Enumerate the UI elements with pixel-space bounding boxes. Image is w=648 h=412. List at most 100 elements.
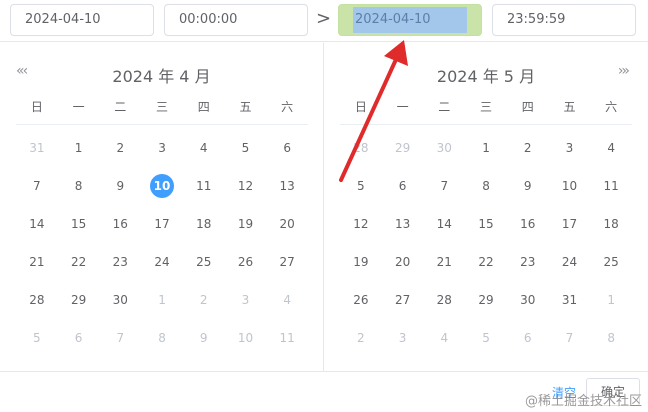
calendar-day[interactable]: 30: [99, 281, 141, 319]
calendar-day[interactable]: 17: [549, 205, 591, 243]
weekday-label: 日: [354, 100, 367, 114]
calendar-day[interactable]: 28: [340, 129, 382, 167]
calendar-day[interactable]: 10: [549, 167, 591, 205]
calendar-day[interactable]: 13: [266, 167, 308, 205]
end-time-input[interactable]: 23:59:59: [492, 4, 636, 36]
calendar-day[interactable]: 29: [58, 281, 100, 319]
calendar-day[interactable]: 28: [423, 281, 465, 319]
calendar-day[interactable]: 27: [382, 281, 424, 319]
weekday-label: 三: [156, 100, 169, 114]
calendar-day[interactable]: 25: [590, 243, 632, 281]
day-number: 11: [196, 179, 212, 193]
calendar-day[interactable]: 11: [590, 167, 632, 205]
calendar-day[interactable]: 5: [340, 167, 382, 205]
calendar-day[interactable]: 4: [423, 319, 465, 357]
calendar-day[interactable]: 18: [590, 205, 632, 243]
calendar-day[interactable]: 24: [141, 243, 183, 281]
calendar-day[interactable]: 30: [507, 281, 549, 319]
calendar-day[interactable]: 6: [266, 129, 308, 167]
end-date-input[interactable]: 2024-04-10: [338, 4, 482, 36]
calendar-day[interactable]: 18: [183, 205, 225, 243]
calendar-day[interactable]: 3: [141, 129, 183, 167]
calendar-day[interactable]: 4: [266, 281, 308, 319]
calendar-day[interactable]: 12: [225, 167, 267, 205]
calendar-day[interactable]: 8: [141, 319, 183, 357]
calendar-day-today[interactable]: 10: [141, 167, 183, 205]
calendar-day[interactable]: 22: [58, 243, 100, 281]
start-date-input[interactable]: 2024-04-10: [10, 4, 154, 36]
calendar-day[interactable]: 9: [507, 167, 549, 205]
calendar-day[interactable]: 7: [99, 319, 141, 357]
calendar-day[interactable]: 5: [225, 129, 267, 167]
calendar-day[interactable]: 26: [225, 243, 267, 281]
calendar-day[interactable]: 20: [382, 243, 424, 281]
calendar-day[interactable]: 27: [266, 243, 308, 281]
start-time-input[interactable]: 00:00:00: [164, 4, 308, 36]
calendar-day[interactable]: 4: [590, 129, 632, 167]
calendar-day[interactable]: 15: [465, 205, 507, 243]
day-number: 6: [283, 141, 291, 155]
calendar-day[interactable]: 25: [183, 243, 225, 281]
calendar-day[interactable]: 3: [225, 281, 267, 319]
calendar-day[interactable]: 8: [590, 319, 632, 357]
calendar-day[interactable]: 7: [16, 167, 58, 205]
calendar-day[interactable]: 8: [465, 167, 507, 205]
calendar-day[interactable]: 10: [225, 319, 267, 357]
calendar-day[interactable]: 1: [590, 281, 632, 319]
calendar-day[interactable]: 2: [507, 129, 549, 167]
calendar-day[interactable]: 14: [423, 205, 465, 243]
calendar-day[interactable]: 5: [465, 319, 507, 357]
calendar-day[interactable]: 8: [58, 167, 100, 205]
calendar-day[interactable]: 16: [507, 205, 549, 243]
calendar-day[interactable]: 1: [58, 129, 100, 167]
calendar-day[interactable]: 28: [16, 281, 58, 319]
calendar-day[interactable]: 24: [549, 243, 591, 281]
calendar-day[interactable]: 23: [99, 243, 141, 281]
day-number: 3: [398, 331, 407, 345]
calendar-day[interactable]: 15: [58, 205, 100, 243]
calendar-day[interactable]: 2: [340, 319, 382, 357]
calendar-day[interactable]: 11: [266, 319, 308, 357]
calendar-day[interactable]: 1: [465, 129, 507, 167]
calendar-day[interactable]: 23: [507, 243, 549, 281]
calendar-day[interactable]: 19: [225, 205, 267, 243]
day-number: 27: [394, 293, 411, 307]
calendar-day[interactable]: 2: [99, 129, 141, 167]
calendar-day[interactable]: 5: [16, 319, 58, 357]
calendar-day[interactable]: 7: [549, 319, 591, 357]
calendar-day[interactable]: 31: [549, 281, 591, 319]
calendar-day[interactable]: 9: [183, 319, 225, 357]
calendar-day[interactable]: 9: [99, 167, 141, 205]
calendar-day[interactable]: 29: [382, 129, 424, 167]
day-rows-left: 31 1 2 3 4 5 6 7 8 9 10 11 12 13 14 15 16 17 18 19 20 21 22 23 2…: [16, 129, 308, 357]
date-range-header: 2024-04-10 00:00:00 > 2024-04-10 23:59:5…: [0, 0, 648, 42]
calendar-day[interactable]: 20: [266, 205, 308, 243]
calendar-day[interactable]: 31: [16, 129, 58, 167]
day-number: 8: [482, 179, 490, 193]
calendar-day[interactable]: 21: [423, 243, 465, 281]
calendar-day[interactable]: 11: [183, 167, 225, 205]
calendar-day[interactable]: 6: [507, 319, 549, 357]
calendar-day[interactable]: 12: [340, 205, 382, 243]
calendar-day[interactable]: 2: [183, 281, 225, 319]
calendar-day[interactable]: 29: [465, 281, 507, 319]
calendar-day[interactable]: 1: [141, 281, 183, 319]
calendar-panel-may: ›» 2024 年 5 月 日一二三四五六 28 29 30 1 2 3 4 5 6 7 8 9 10 1…: [324, 43, 648, 371]
calendar-day[interactable]: 3: [382, 319, 424, 357]
calendar-day[interactable]: 19: [340, 243, 382, 281]
calendar-day[interactable]: 26: [340, 281, 382, 319]
calendar-day[interactable]: 3: [549, 129, 591, 167]
calendar-day[interactable]: 21: [16, 243, 58, 281]
calendar-day[interactable]: 17: [141, 205, 183, 243]
calendar-day[interactable]: 16: [99, 205, 141, 243]
calendar-day[interactable]: 6: [58, 319, 100, 357]
calendar-day[interactable]: 14: [16, 205, 58, 243]
calendar-day[interactable]: 4: [183, 129, 225, 167]
calendar-day[interactable]: 7: [423, 167, 465, 205]
weekday-label: 五: [563, 100, 576, 114]
weekday-label: 日: [30, 100, 43, 114]
calendar-day[interactable]: 30: [423, 129, 465, 167]
calendar-day[interactable]: 6: [382, 167, 424, 205]
calendar-day[interactable]: 22: [465, 243, 507, 281]
calendar-day[interactable]: 13: [382, 205, 424, 243]
